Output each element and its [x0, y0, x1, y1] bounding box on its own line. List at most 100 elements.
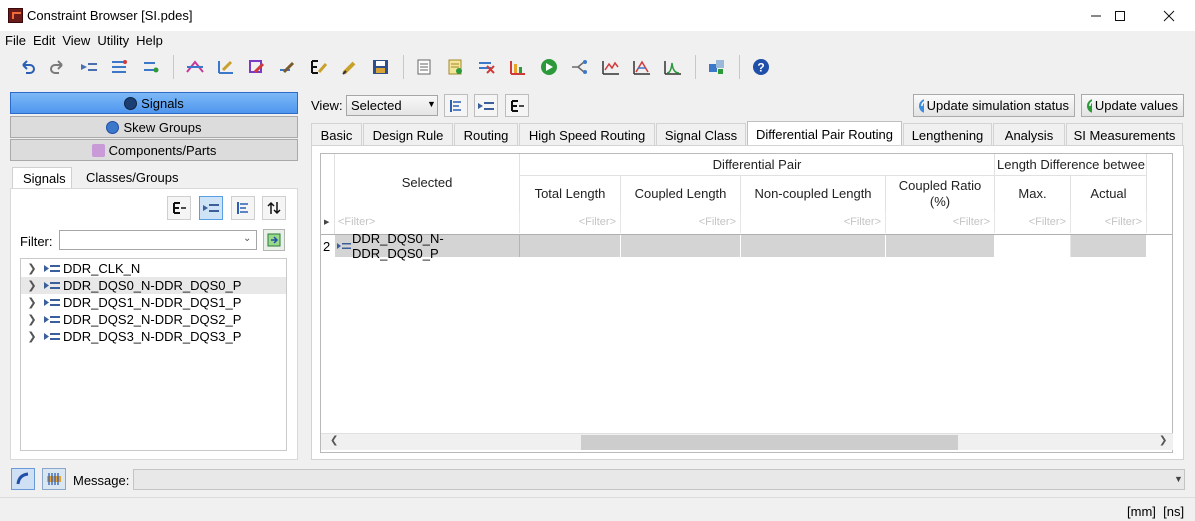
menu-utility[interactable]: Utility: [96, 31, 132, 51]
align-left-button[interactable]: [231, 196, 255, 220]
eye-diagram-button[interactable]: [629, 55, 654, 80]
col-header-non-coupled-length[interactable]: Non-coupled Length: [741, 176, 886, 211]
view-select[interactable]: Selected: [346, 95, 438, 116]
tree-item[interactable]: ❯ DDR_DQS1_N-DDR_DQS1_P: [21, 294, 286, 311]
components-filter-button[interactable]: [42, 468, 66, 490]
subtab-signals[interactable]: Signals: [12, 167, 72, 189]
scrollbar-thumb[interactable]: [581, 435, 958, 450]
subtab-classes-groups[interactable]: Classes/Groups: [76, 167, 188, 189]
cell-coupled-length[interactable]: [621, 235, 741, 257]
cell-max[interactable]: [995, 235, 1071, 257]
tab-basic[interactable]: Basic: [311, 123, 362, 146]
dropdown-arrow-icon[interactable]: ▼: [1174, 474, 1183, 484]
edit-class-button[interactable]: [244, 55, 269, 80]
menu-view[interactable]: View: [61, 31, 93, 51]
nav-signals-button[interactable]: Signals: [10, 92, 298, 114]
tab-design-rule[interactable]: Design Rule: [363, 123, 453, 146]
cell-total-length[interactable]: [520, 235, 621, 257]
row-number: 2: [323, 239, 331, 254]
show-diff-pairs-button[interactable]: [199, 196, 223, 220]
spectrum-button[interactable]: [660, 55, 685, 80]
filter-coupled-ratio[interactable]: <Filter>: [886, 211, 995, 233]
tab-lengthening[interactable]: Lengthening: [903, 123, 992, 146]
col-header-coupled-length[interactable]: Coupled Length: [621, 176, 741, 211]
compare-button[interactable]: [412, 55, 437, 80]
filter-max[interactable]: <Filter>: [995, 211, 1071, 233]
maximize-button[interactable]: [1097, 0, 1143, 31]
chevron-right-icon[interactable]: ❯: [21, 313, 43, 326]
filter-coupled-length[interactable]: <Filter>: [621, 211, 741, 233]
nav-skew-groups-button[interactable]: Skew Groups: [10, 116, 298, 138]
tree-item[interactable]: ❯ DDR_DQS2_N-DDR_DQS2_P: [21, 311, 286, 328]
diff-pair-tool-button[interactable]: [76, 55, 101, 80]
apply-filter-button[interactable]: [263, 229, 285, 251]
col-header-total-length[interactable]: Total Length: [520, 176, 621, 211]
tree-item[interactable]: ❯ DDR_DQS0_N-DDR_DQS0_P: [21, 277, 286, 294]
save-rules-button[interactable]: [368, 55, 393, 80]
run-button[interactable]: [536, 55, 561, 80]
message-box[interactable]: [133, 469, 1185, 490]
close-button[interactable]: [1146, 0, 1192, 31]
col-header-actual[interactable]: Actual: [1071, 176, 1147, 211]
view-expand-button[interactable]: [505, 94, 529, 117]
dropdown-arrow-icon[interactable]: ▼: [427, 99, 436, 109]
spectrum-icon: [663, 61, 681, 75]
tab-signal-class[interactable]: Signal Class: [656, 123, 746, 146]
chevron-right-icon[interactable]: ❯: [21, 262, 43, 275]
layout-button[interactable]: [704, 55, 729, 80]
tab-high-speed-routing[interactable]: High Speed Routing: [519, 123, 655, 146]
help-button[interactable]: ?: [748, 55, 773, 80]
undo-button[interactable]: [14, 55, 39, 80]
cell-coupled-ratio[interactable]: [886, 235, 995, 257]
chevron-right-icon[interactable]: ❯: [21, 330, 43, 343]
tree-item[interactable]: ❯ DDR_DQS3_N-DDR_DQS3_P: [21, 328, 286, 345]
status-units: [mm] [ns]: [1127, 504, 1185, 519]
edit-attribute-button[interactable]: [337, 55, 362, 80]
scroll-left-icon[interactable]: ❮: [330, 435, 338, 446]
cell-non-coupled-length[interactable]: [741, 235, 886, 257]
filter-actual[interactable]: <Filter>: [1071, 211, 1147, 233]
edit-pair-button[interactable]: [275, 55, 300, 80]
waveform-button[interactable]: [598, 55, 623, 80]
net-tree-button[interactable]: [567, 55, 592, 80]
chevron-down-icon[interactable]: ⌄: [243, 233, 251, 244]
table-row[interactable]: DDR_DQS0_N-DDR_DQS0_P: [335, 231, 520, 261]
filter-input[interactable]: [59, 230, 257, 250]
col-header-max[interactable]: Max.: [995, 176, 1071, 211]
connect-button[interactable]: [11, 468, 35, 490]
topology-tool-button[interactable]: [182, 55, 207, 80]
col-header-selected[interactable]: Selected: [335, 154, 520, 211]
report-button[interactable]: [443, 55, 468, 80]
expand-all-button[interactable]: [167, 196, 191, 220]
net-group-tool-button[interactable]: [107, 55, 132, 80]
tree-item[interactable]: ❯ DDR_CLK_N: [21, 260, 286, 277]
horizontal-scrollbar[interactable]: ❮ ❯: [321, 433, 1173, 450]
update-values-button[interactable]: Update values: [1081, 94, 1184, 117]
edit-rule-button[interactable]: [213, 55, 238, 80]
filter-selected[interactable]: <Filter>: [335, 211, 520, 233]
clear-button[interactable]: [474, 55, 499, 80]
view-align-button[interactable]: [444, 94, 468, 117]
scroll-right-icon[interactable]: ❯: [1159, 435, 1167, 446]
filter-total-length[interactable]: <Filter>: [520, 211, 621, 233]
filter-non-coupled-length[interactable]: <Filter>: [741, 211, 886, 233]
edit-group-button[interactable]: [306, 55, 331, 80]
sort-button[interactable]: [262, 196, 286, 220]
tab-si-measurements[interactable]: SI Measurements: [1066, 123, 1183, 146]
col-header-coupled-ratio[interactable]: Coupled Ratio (%): [886, 176, 995, 211]
chevron-right-icon[interactable]: ❯: [21, 279, 43, 292]
tab-analysis[interactable]: Analysis: [993, 123, 1065, 146]
length-chart-button[interactable]: [505, 55, 530, 80]
menu-edit[interactable]: Edit: [32, 31, 58, 51]
nav-components-button[interactable]: Components/Parts: [10, 139, 298, 161]
pin-pair-tool-button[interactable]: [138, 55, 163, 80]
menu-help[interactable]: Help: [135, 31, 166, 51]
redo-button[interactable]: [45, 55, 70, 80]
cell-actual[interactable]: [1071, 235, 1147, 257]
tab-routing[interactable]: Routing: [454, 123, 518, 146]
view-diff-pairs-button[interactable]: [474, 94, 498, 117]
chevron-right-icon[interactable]: ❯: [21, 296, 43, 309]
menu-file[interactable]: File: [4, 31, 29, 51]
update-simulation-status-button[interactable]: Update simulation status: [913, 94, 1075, 117]
tab-differential-pair-routing[interactable]: Differential Pair Routing: [747, 121, 902, 146]
